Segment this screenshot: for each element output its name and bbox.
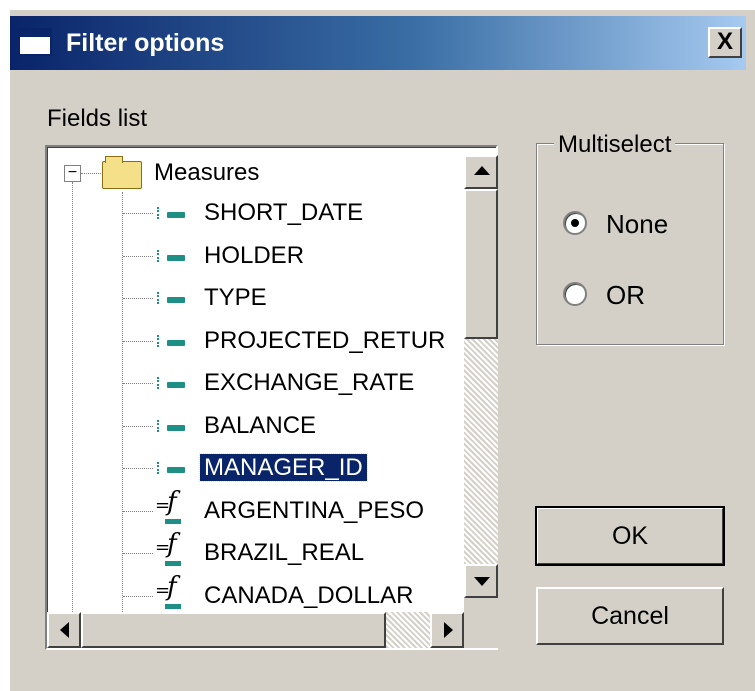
arrow-left-icon xyxy=(60,622,69,638)
tree-item-label: EXCHANGE_RATE xyxy=(204,369,415,396)
tree-item-label: SHORT_DATE xyxy=(204,199,364,226)
tree-item[interactable]: EXCHANGE_RATE xyxy=(200,365,418,401)
window-icon xyxy=(18,28,52,56)
dimension-icon xyxy=(157,250,185,264)
radio-selected-dot xyxy=(571,219,579,227)
multiselect-group xyxy=(536,143,724,345)
tree-item-label: HOLDER xyxy=(204,242,305,269)
tree-guide-line xyxy=(123,511,153,512)
tree-item-label: ARGENTINA_PESO xyxy=(204,497,425,524)
tree-guide-line xyxy=(123,213,153,214)
calculated-field-icon: = f xyxy=(155,574,185,614)
tree-guide-line xyxy=(123,426,153,427)
tree-root-label: Measures xyxy=(154,159,260,186)
tree-item-label: BRAZIL_REAL xyxy=(204,539,365,566)
collapse-icon[interactable]: − xyxy=(64,165,81,182)
tree-guide-line xyxy=(123,553,153,554)
calculated-field-icon: = f xyxy=(155,531,185,571)
tree-guide-line xyxy=(123,341,153,342)
tree-item-label: MANAGER_ID xyxy=(199,453,368,482)
tree-item[interactable]: TYPE xyxy=(200,280,271,316)
tree-item-label: TYPE xyxy=(204,284,267,311)
arrow-down-icon xyxy=(474,577,490,586)
cancel-button[interactable]: Cancel xyxy=(536,587,724,645)
arrow-up-icon xyxy=(474,166,490,175)
tree-item[interactable]: ARGENTINA_PESO xyxy=(200,493,428,529)
dimension-icon xyxy=(157,462,185,476)
horizontal-scroll-thumb[interactable] xyxy=(81,612,386,648)
arrow-right-icon xyxy=(444,622,453,638)
scroll-left-button[interactable] xyxy=(47,612,81,648)
radio-none-label[interactable]: None xyxy=(606,209,668,239)
close-button[interactable]: X xyxy=(708,27,742,58)
fields-tree[interactable]: − Measures SHORT_DATE HOLDER TYPE PROJECTED… xyxy=(45,145,498,650)
tree-guide-line xyxy=(123,298,153,299)
dimension-icon xyxy=(157,292,185,306)
tree-item[interactable]: MANAGER_ID xyxy=(199,450,368,486)
scroll-up-button[interactable] xyxy=(464,155,498,189)
radio-or-label[interactable]: OR xyxy=(606,280,645,310)
tree-guide-line xyxy=(123,596,153,597)
dimension-icon xyxy=(157,207,185,221)
horizontal-scrollbar[interactable] xyxy=(47,612,464,648)
tree-guide-line xyxy=(123,468,153,469)
tree-item[interactable]: SHORT_DATE xyxy=(200,195,367,231)
tree-item[interactable]: BALANCE xyxy=(200,408,320,444)
multiselect-label: Multiselect xyxy=(554,130,676,160)
tree-guide-line xyxy=(72,182,73,648)
tree-guide-line xyxy=(122,192,123,648)
tree-item[interactable]: BRAZIL_REAL xyxy=(200,535,368,571)
tree-item[interactable]: CANADA_DOLLAR xyxy=(200,578,417,614)
folder-icon xyxy=(102,156,142,189)
scroll-right-button[interactable] xyxy=(430,612,464,648)
dimension-icon xyxy=(157,377,185,391)
scroll-thumb[interactable] xyxy=(464,189,498,339)
calculated-field-icon: = f xyxy=(155,489,185,529)
dimension-icon xyxy=(157,420,185,434)
vertical-scrollbar[interactable] xyxy=(464,155,498,598)
title-bar[interactable]: Filter options X xyxy=(10,16,746,70)
ok-button[interactable]: OK xyxy=(535,506,725,566)
fields-list-label: Fields list xyxy=(47,105,148,132)
tree-item-label: PROJECTED_RETUR xyxy=(204,327,446,354)
tree-item-label: CANADA_DOLLAR xyxy=(204,582,414,609)
radio-or[interactable] xyxy=(563,282,587,306)
tree-guide-line xyxy=(81,173,101,174)
scroll-down-button[interactable] xyxy=(464,564,498,598)
tree-root-measures[interactable]: Measures xyxy=(150,155,263,191)
tree-item[interactable]: HOLDER xyxy=(200,238,308,274)
tree-guide-line xyxy=(123,383,153,384)
tree-guide-line xyxy=(123,256,153,257)
dimension-icon xyxy=(157,335,185,349)
radio-none[interactable] xyxy=(563,211,587,235)
tree-item-label: BALANCE xyxy=(204,412,317,439)
window-title: Filter options xyxy=(66,29,225,57)
scrollbar-corner xyxy=(464,598,498,648)
tree-item[interactable]: PROJECTED_RETUR xyxy=(200,323,449,359)
